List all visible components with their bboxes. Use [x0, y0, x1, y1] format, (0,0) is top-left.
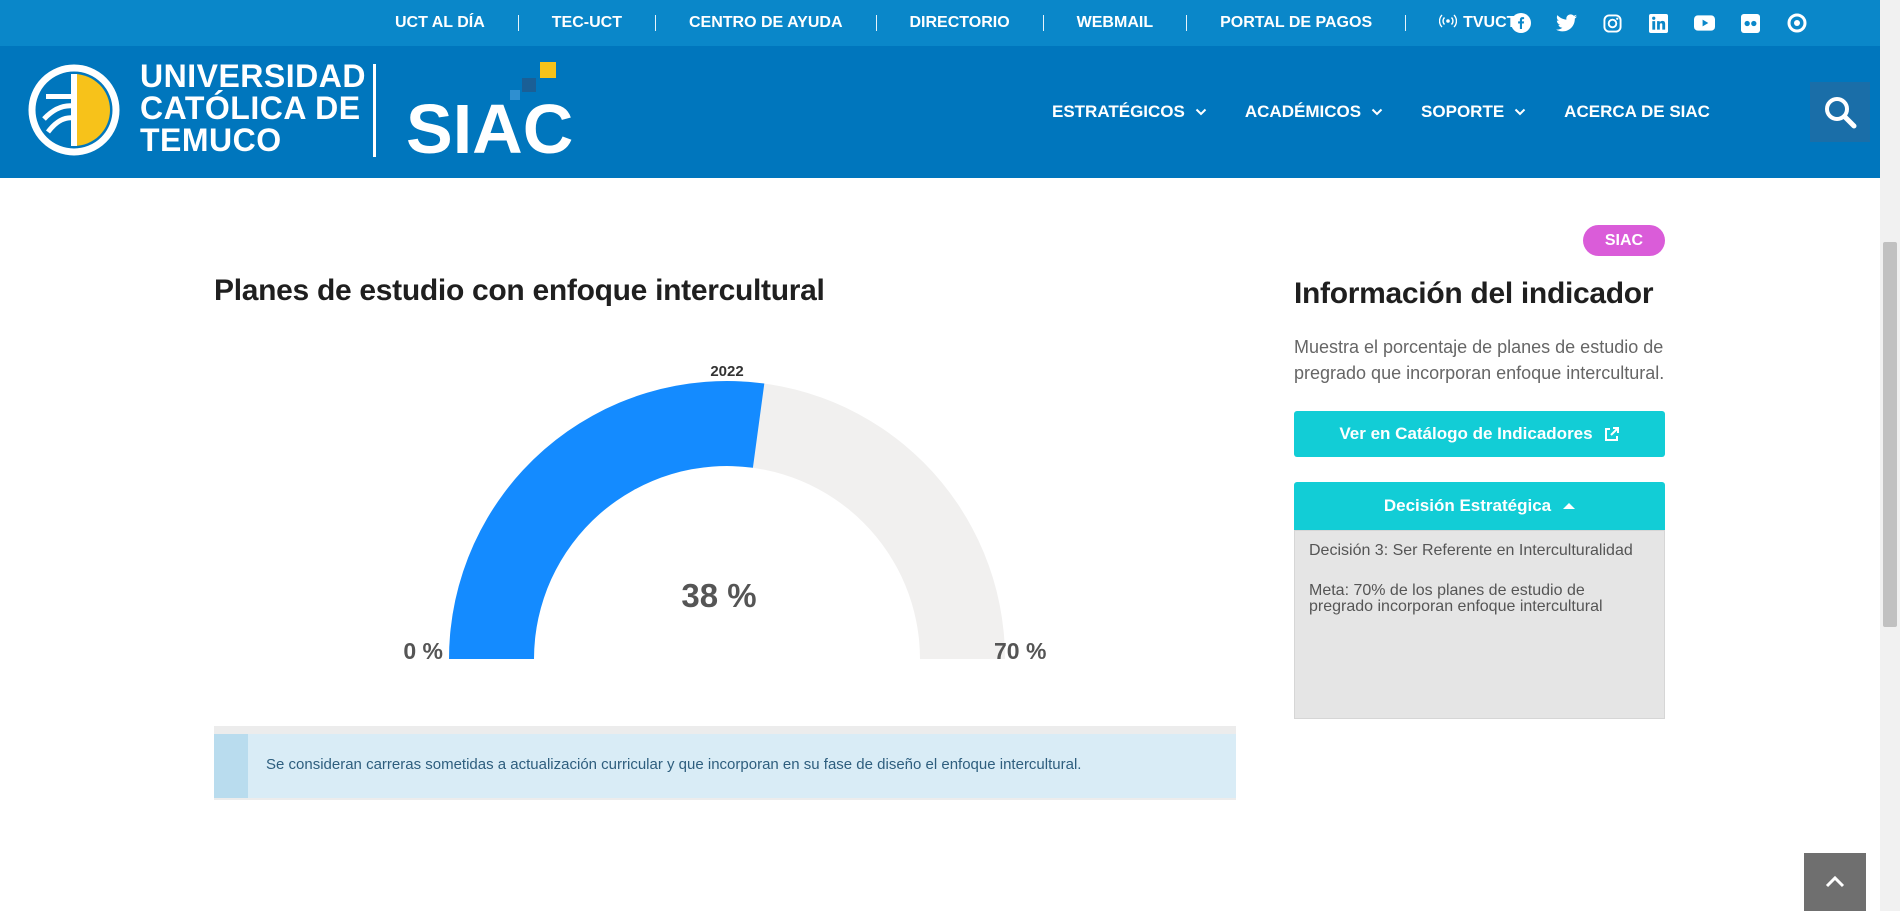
- university-name-line: UNIVERSIDAD: [140, 58, 366, 94]
- issuu-icon[interactable]: [1786, 13, 1807, 34]
- back-to-top-button[interactable]: [1804, 853, 1866, 911]
- accordion-content: Decisión 3: Ser Referente en Intercultur…: [1294, 530, 1665, 719]
- note-accent-bar: [214, 734, 248, 798]
- tvuct-label: TVUCT: [1463, 14, 1517, 31]
- catalog-button-label: Ver en Catálogo de Indicadores: [1339, 424, 1593, 443]
- link-centro-de-ayuda[interactable]: CENTRO DE AYUDA: [689, 14, 843, 32]
- nav-label: SOPORTE: [1421, 102, 1505, 121]
- siac-logo[interactable]: SIAC: [406, 60, 586, 160]
- link-tec-uct[interactable]: TEC-UCT: [552, 14, 622, 32]
- divider: [517, 15, 519, 31]
- search-button[interactable]: [1810, 82, 1870, 142]
- nav-soporte[interactable]: SOPORTE: [1421, 102, 1526, 122]
- chevron-down-icon: [1514, 108, 1526, 116]
- siac-badge: SIAC: [1583, 225, 1665, 256]
- divider: [1186, 15, 1188, 31]
- divider: [1042, 15, 1044, 31]
- gauge-min-label: 0 %: [403, 638, 443, 664]
- nav-label: ESTRATÉGICOS: [1052, 102, 1185, 121]
- broadcast-icon: [1439, 14, 1458, 28]
- search-icon: [1825, 97, 1857, 129]
- goal-text: Meta: 70% de los planes de estudio de pr…: [1309, 582, 1603, 615]
- link-portal-de-pagos[interactable]: PORTAL DE PAGOS: [1220, 14, 1372, 32]
- divider: [875, 15, 877, 31]
- chart-title: Planes de estudio con enfoque intercultu…: [214, 274, 825, 307]
- decision-text: Decisión 3: Ser Referente en Intercultur…: [1309, 542, 1633, 559]
- facebook-icon[interactable]: [1510, 13, 1531, 34]
- social-links: [1510, 0, 1807, 46]
- nav-label: ACERCA DE SIAC: [1564, 102, 1710, 121]
- gauge-max-label: 70 %: [994, 638, 1046, 664]
- accordion-title: Decisión Estratégica: [1383, 496, 1552, 515]
- info-description: Muestra el porcentaje de planes de estud…: [1294, 337, 1665, 383]
- nav-academicos[interactable]: ACADÉMICOS: [1245, 102, 1383, 122]
- university-name-line: CATÓLICA DE: [140, 90, 361, 126]
- gauge-value-arc: [449, 381, 765, 659]
- gauge-chart: 2022 38 % 0 % 70 %: [403, 363, 1046, 664]
- instagram-icon[interactable]: [1602, 13, 1623, 34]
- chevron-up-icon: [1825, 875, 1845, 888]
- external-link-icon: [1604, 426, 1619, 441]
- caret-up-icon: [1563, 503, 1576, 509]
- gauge-value-label: 38 %: [681, 577, 756, 614]
- youtube-icon[interactable]: [1694, 13, 1715, 34]
- chart-note: Se consideran carreras sometidas a actua…: [214, 726, 1236, 800]
- link-tvuct[interactable]: TVUCT: [1439, 14, 1516, 32]
- flickr-icon[interactable]: [1740, 13, 1761, 34]
- siac-logo-text: SIAC: [406, 90, 573, 160]
- scrollbar-thumb[interactable]: [1883, 242, 1897, 627]
- chevron-down-icon: [1371, 108, 1383, 116]
- link-directorio[interactable]: DIRECTORIO: [910, 14, 1010, 32]
- nav-acerca-de-siac[interactable]: ACERCA DE SIAC: [1564, 102, 1710, 122]
- catalog-button[interactable]: Ver en Catálogo de Indicadores: [1294, 411, 1665, 457]
- university-name: UNIVERSIDAD CATÓLICA DE TEMUCO: [140, 60, 366, 156]
- university-logo[interactable]: [28, 64, 120, 156]
- logo-divider: [373, 64, 376, 157]
- nav-label: ACADÉMICOS: [1244, 102, 1362, 121]
- university-name-line: TEMUCO: [140, 122, 282, 158]
- nav-estrategicos[interactable]: ESTRATÉGICOS: [1052, 102, 1207, 122]
- chevron-down-icon: [1195, 108, 1207, 116]
- gauge-series-label: 2022: [710, 363, 743, 380]
- main-nav: ESTRATÉGICOS ACADÉMICOS SOPORTE ACERCA D…: [1052, 46, 1748, 178]
- note-panel: Se consideran carreras sometidas a actua…: [214, 734, 1236, 798]
- note-text: Se consideran carreras sometidas a actua…: [266, 756, 1082, 773]
- top-bar: UCT AL DÍA TEC-UCT CENTRO DE AYUDA DIREC…: [0, 0, 1880, 46]
- divider: [1405, 15, 1407, 31]
- linkedin-icon[interactable]: [1648, 13, 1669, 34]
- link-uct-al-dia[interactable]: UCT AL DÍA: [395, 14, 485, 32]
- twitter-icon[interactable]: [1556, 13, 1577, 34]
- info-title: Información del indicador: [1294, 277, 1654, 310]
- link-webmail[interactable]: WEBMAIL: [1077, 14, 1153, 32]
- divider: [655, 15, 656, 31]
- accordion-toggle[interactable]: Decisión Estratégica: [1294, 482, 1665, 530]
- top-links: UCT AL DÍA TEC-UCT CENTRO DE AYUDA DIREC…: [395, 0, 1516, 46]
